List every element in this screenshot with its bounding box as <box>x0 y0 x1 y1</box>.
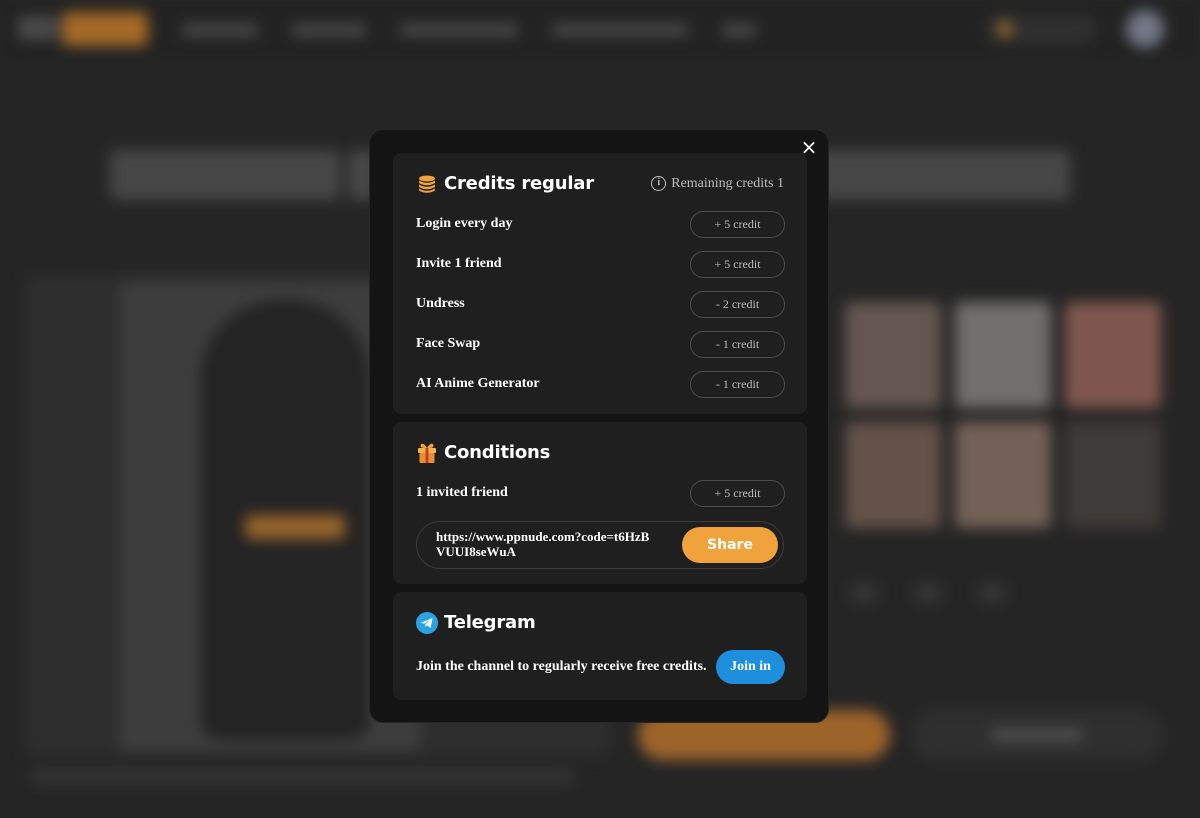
credit-row: AI Anime Generator - 1 credit <box>393 364 807 404</box>
remaining-credits-label: Remaining credits 1 <box>671 175 784 191</box>
telegram-icon <box>416 611 438 634</box>
credit-row-value: - 1 credit <box>690 330 785 358</box>
telegram-header: Telegram <box>393 592 807 634</box>
credit-row: Invite 1 friend + 5 credit <box>393 244 807 284</box>
invite-link-box: https://www.ppnude.com?code=t6HzBVUUI8se… <box>416 521 784 569</box>
credits-regular-header: Credits regular i Remaining credits 1 <box>393 153 807 194</box>
coins-icon <box>416 173 438 195</box>
credits-list: Login every day + 5 credit Invite 1 frie… <box>393 204 807 404</box>
condition-row-label: 1 invited friend <box>416 485 508 500</box>
credit-row-value: + 5 credit <box>690 210 785 238</box>
condition-row: 1 invited friend + 5 credit <box>393 473 807 513</box>
info-icon: i <box>651 176 667 191</box>
invite-link[interactable]: https://www.ppnude.com?code=t6HzBVUUI8se… <box>436 529 656 559</box>
gift-icon <box>416 442 438 464</box>
credit-row: Login every day + 5 credit <box>393 204 807 244</box>
credit-row-value: - 2 credit <box>690 290 785 318</box>
credit-row-label: Face Swap <box>416 336 481 351</box>
credits-regular-section: Credits regular i Remaining credits 1 Lo… <box>393 153 807 414</box>
conditions-header: Conditions <box>393 422 807 463</box>
telegram-title: Telegram <box>444 612 536 633</box>
telegram-description: Join the channel to regularly receive fr… <box>416 659 707 674</box>
credit-row-label: Invite 1 friend <box>416 256 502 271</box>
condition-row-value: + 5 credit <box>690 479 785 507</box>
credit-row-label: Login every day <box>416 216 513 231</box>
credit-row-label: AI Anime Generator <box>416 376 540 391</box>
join-in-button[interactable]: Join in <box>716 650 785 684</box>
conditions-section: Conditions 1 invited friend + 5 credit h… <box>393 422 807 584</box>
credit-row-value: + 5 credit <box>690 250 785 278</box>
credit-row-label: Undress <box>416 296 465 311</box>
telegram-join-row: Join the channel to regularly receive fr… <box>393 650 807 684</box>
conditions-title: Conditions <box>444 442 551 463</box>
credits-regular-title: Credits regular <box>444 173 594 194</box>
share-button[interactable]: Share <box>682 527 778 563</box>
credits-modal: × Credits regular i Remaining credits 1 … <box>369 129 829 723</box>
remaining-credits: i Remaining credits 1 <box>651 176 784 192</box>
telegram-section: Telegram Join the channel to regularly r… <box>393 592 807 700</box>
credit-row: Face Swap - 1 credit <box>393 324 807 364</box>
credit-row: Undress - 2 credit <box>393 284 807 324</box>
credit-row-value: - 1 credit <box>690 370 785 398</box>
